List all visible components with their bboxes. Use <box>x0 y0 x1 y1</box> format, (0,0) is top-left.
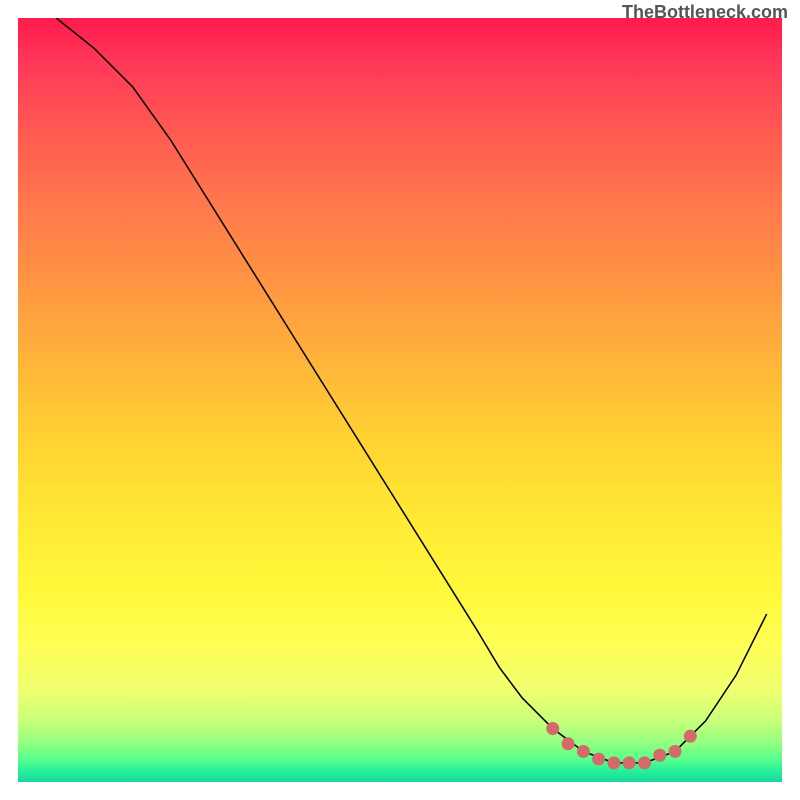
optimal-dot <box>684 730 697 743</box>
optimal-dot <box>607 756 620 769</box>
watermark-label: TheBottleneck.com <box>622 2 788 23</box>
optimal-dot <box>669 745 682 758</box>
optimal-dot <box>623 756 636 769</box>
optimal-dots <box>18 18 782 782</box>
optimal-dot <box>546 722 559 735</box>
optimal-dot <box>653 749 666 762</box>
chart-container: TheBottleneck.com <box>0 0 800 800</box>
optimal-dot <box>577 745 590 758</box>
optimal-dot <box>562 737 575 750</box>
optimal-dot <box>592 753 605 766</box>
optimal-dot <box>638 756 651 769</box>
